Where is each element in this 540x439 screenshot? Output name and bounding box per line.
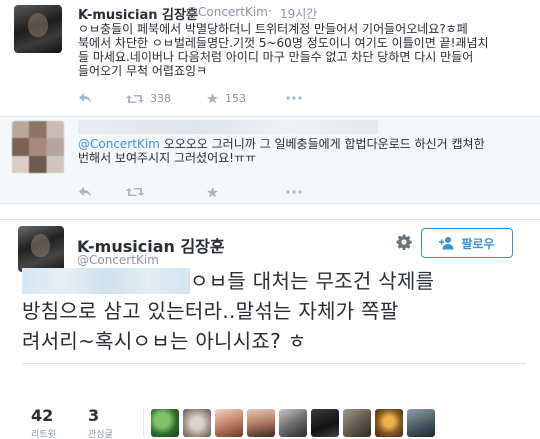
liker-avatar[interactable] [151, 409, 179, 437]
section-gap [0, 204, 540, 220]
follow-button[interactable]: 팔로우 [421, 228, 513, 258]
blurred-author-name [78, 120, 378, 134]
reply-icon [79, 93, 91, 103]
blurred-avatar[interactable] [12, 121, 64, 173]
like-stat[interactable]: 3 관심글 [88, 407, 113, 439]
tweet-text-line: ㅇㅂ들 대처는 무조건 삭제를 [22, 266, 522, 296]
main-tweet: K-musician 김장훈 @ConcertKim 팔로우 ㅇㅂ들 대처는 무… [0, 220, 540, 439]
stat-divider [143, 408, 144, 436]
more-icon [286, 96, 302, 100]
author-handle[interactable]: @ConcertKim [77, 253, 159, 267]
retweet-count: 42 [31, 406, 54, 425]
gear-button[interactable] [395, 233, 413, 255]
liker-avatar[interactable] [247, 409, 275, 437]
tweet-text-line: 들어오기 무척 어렵죠잉ㅋ [78, 64, 208, 78]
timestamp[interactable]: 19시간 [280, 5, 317, 22]
more-button[interactable] [286, 190, 302, 194]
like-button[interactable] [206, 186, 219, 199]
liker-avatars [151, 409, 435, 437]
liker-avatar[interactable] [407, 409, 435, 437]
tweet-text-line: 려서리~혹시ㅇㅂ는 아니시죠? ㅎ [22, 329, 307, 353]
author-name[interactable]: K-musician 김장훈 [78, 4, 198, 23]
retweet-count: 338 [150, 92, 171, 105]
retweet-label: 리트윗 [31, 430, 56, 439]
tweet-actions: 338 153 [78, 92, 398, 108]
like-count: 3 [88, 406, 100, 425]
like-button[interactable]: 153 [206, 92, 246, 105]
star-icon [207, 187, 218, 198]
tweet-text-line: 번해서 보여주시지 그러셨어요!ㅠㅠ [78, 151, 257, 165]
follow-label: 팔로우 [461, 236, 495, 251]
gear-icon [396, 234, 412, 250]
tweet-text-line: @ConcertKim 오오오오 그러니까 그 일베충들에게 합법다운로드 하신… [78, 137, 530, 151]
reply-text: 오오오오 그러니까 그 일베충들에게 합법다운로드 하신거 캡쳐한 [159, 137, 485, 151]
liker-avatar[interactable] [183, 409, 211, 437]
tweet-text: ㅇㅂ충들이 페북에서 박멸당하더니 트위터계정 만들어서 기어들어오네요?ㅎ페 … [78, 22, 530, 78]
retweet-button[interactable]: 338 [126, 92, 171, 105]
liker-avatar[interactable] [343, 409, 371, 437]
tweet-text-line: 방침으로 삼고 있는터라..말섞는 자체가 쪽팔 [22, 299, 399, 323]
retweet-stat[interactable]: 42 리트윗 [31, 407, 56, 439]
retweet-icon [126, 94, 144, 103]
tweet-text-segment: ㅇㅂ들 대처는 무조건 삭제를 [190, 269, 435, 293]
more-icon [286, 190, 302, 194]
retweet-icon [126, 188, 144, 196]
liker-avatar[interactable] [279, 409, 307, 437]
tweet-text-line: ㅇㅂ충들이 페북에서 박멸당하더니 트위터계정 만들어서 기어들어오네요?ㅎ페 [78, 22, 468, 36]
liker-avatar[interactable] [215, 409, 243, 437]
tweet-text: @ConcertKim 오오오오 그러니까 그 일베충들에게 합법다운로드 하신… [78, 137, 530, 165]
liker-avatar[interactable] [311, 409, 339, 437]
tweet-text-line: 들 마세요.네이버나 다음처럼 아이디 마구 만들수 없고 차단 당하면 다시 … [78, 50, 474, 64]
tweet-1: K-musician 김장훈 @ConcertKim · 19시간 ㅇㅂ충들이 … [0, 0, 540, 117]
more-button[interactable] [286, 96, 302, 100]
reply-icon [79, 187, 91, 197]
reply-button[interactable] [78, 92, 92, 104]
tweet-text: ㅇㅂ들 대처는 무조건 삭제를 방침으로 삼고 있는터라..말섞는 자체가 쪽팔… [22, 266, 522, 356]
separator-dot: · [268, 4, 272, 18]
mention-link[interactable]: @ConcertKim [78, 137, 160, 151]
reply-tweet: @ConcertKim 오오오오 그러니까 그 일베충들에게 합법다운로드 하신… [0, 117, 540, 204]
add-user-icon [439, 237, 454, 250]
avatar[interactable] [14, 5, 62, 53]
tweet-text-line: 북에서 차단한 ㅇㅂ벌레들명단.기껏 5~60명 정도이니 여기도 이틀이면 끝… [78, 36, 489, 50]
star-icon [207, 93, 218, 104]
tweet-actions [78, 186, 398, 202]
liker-avatar[interactable] [375, 409, 403, 437]
reply-button[interactable] [78, 186, 92, 198]
like-count: 153 [225, 92, 246, 105]
like-label: 관심글 [88, 430, 113, 439]
divider [22, 363, 526, 364]
retweet-button[interactable] [126, 186, 144, 198]
author-handle[interactable]: @ConcertKim [186, 5, 268, 19]
